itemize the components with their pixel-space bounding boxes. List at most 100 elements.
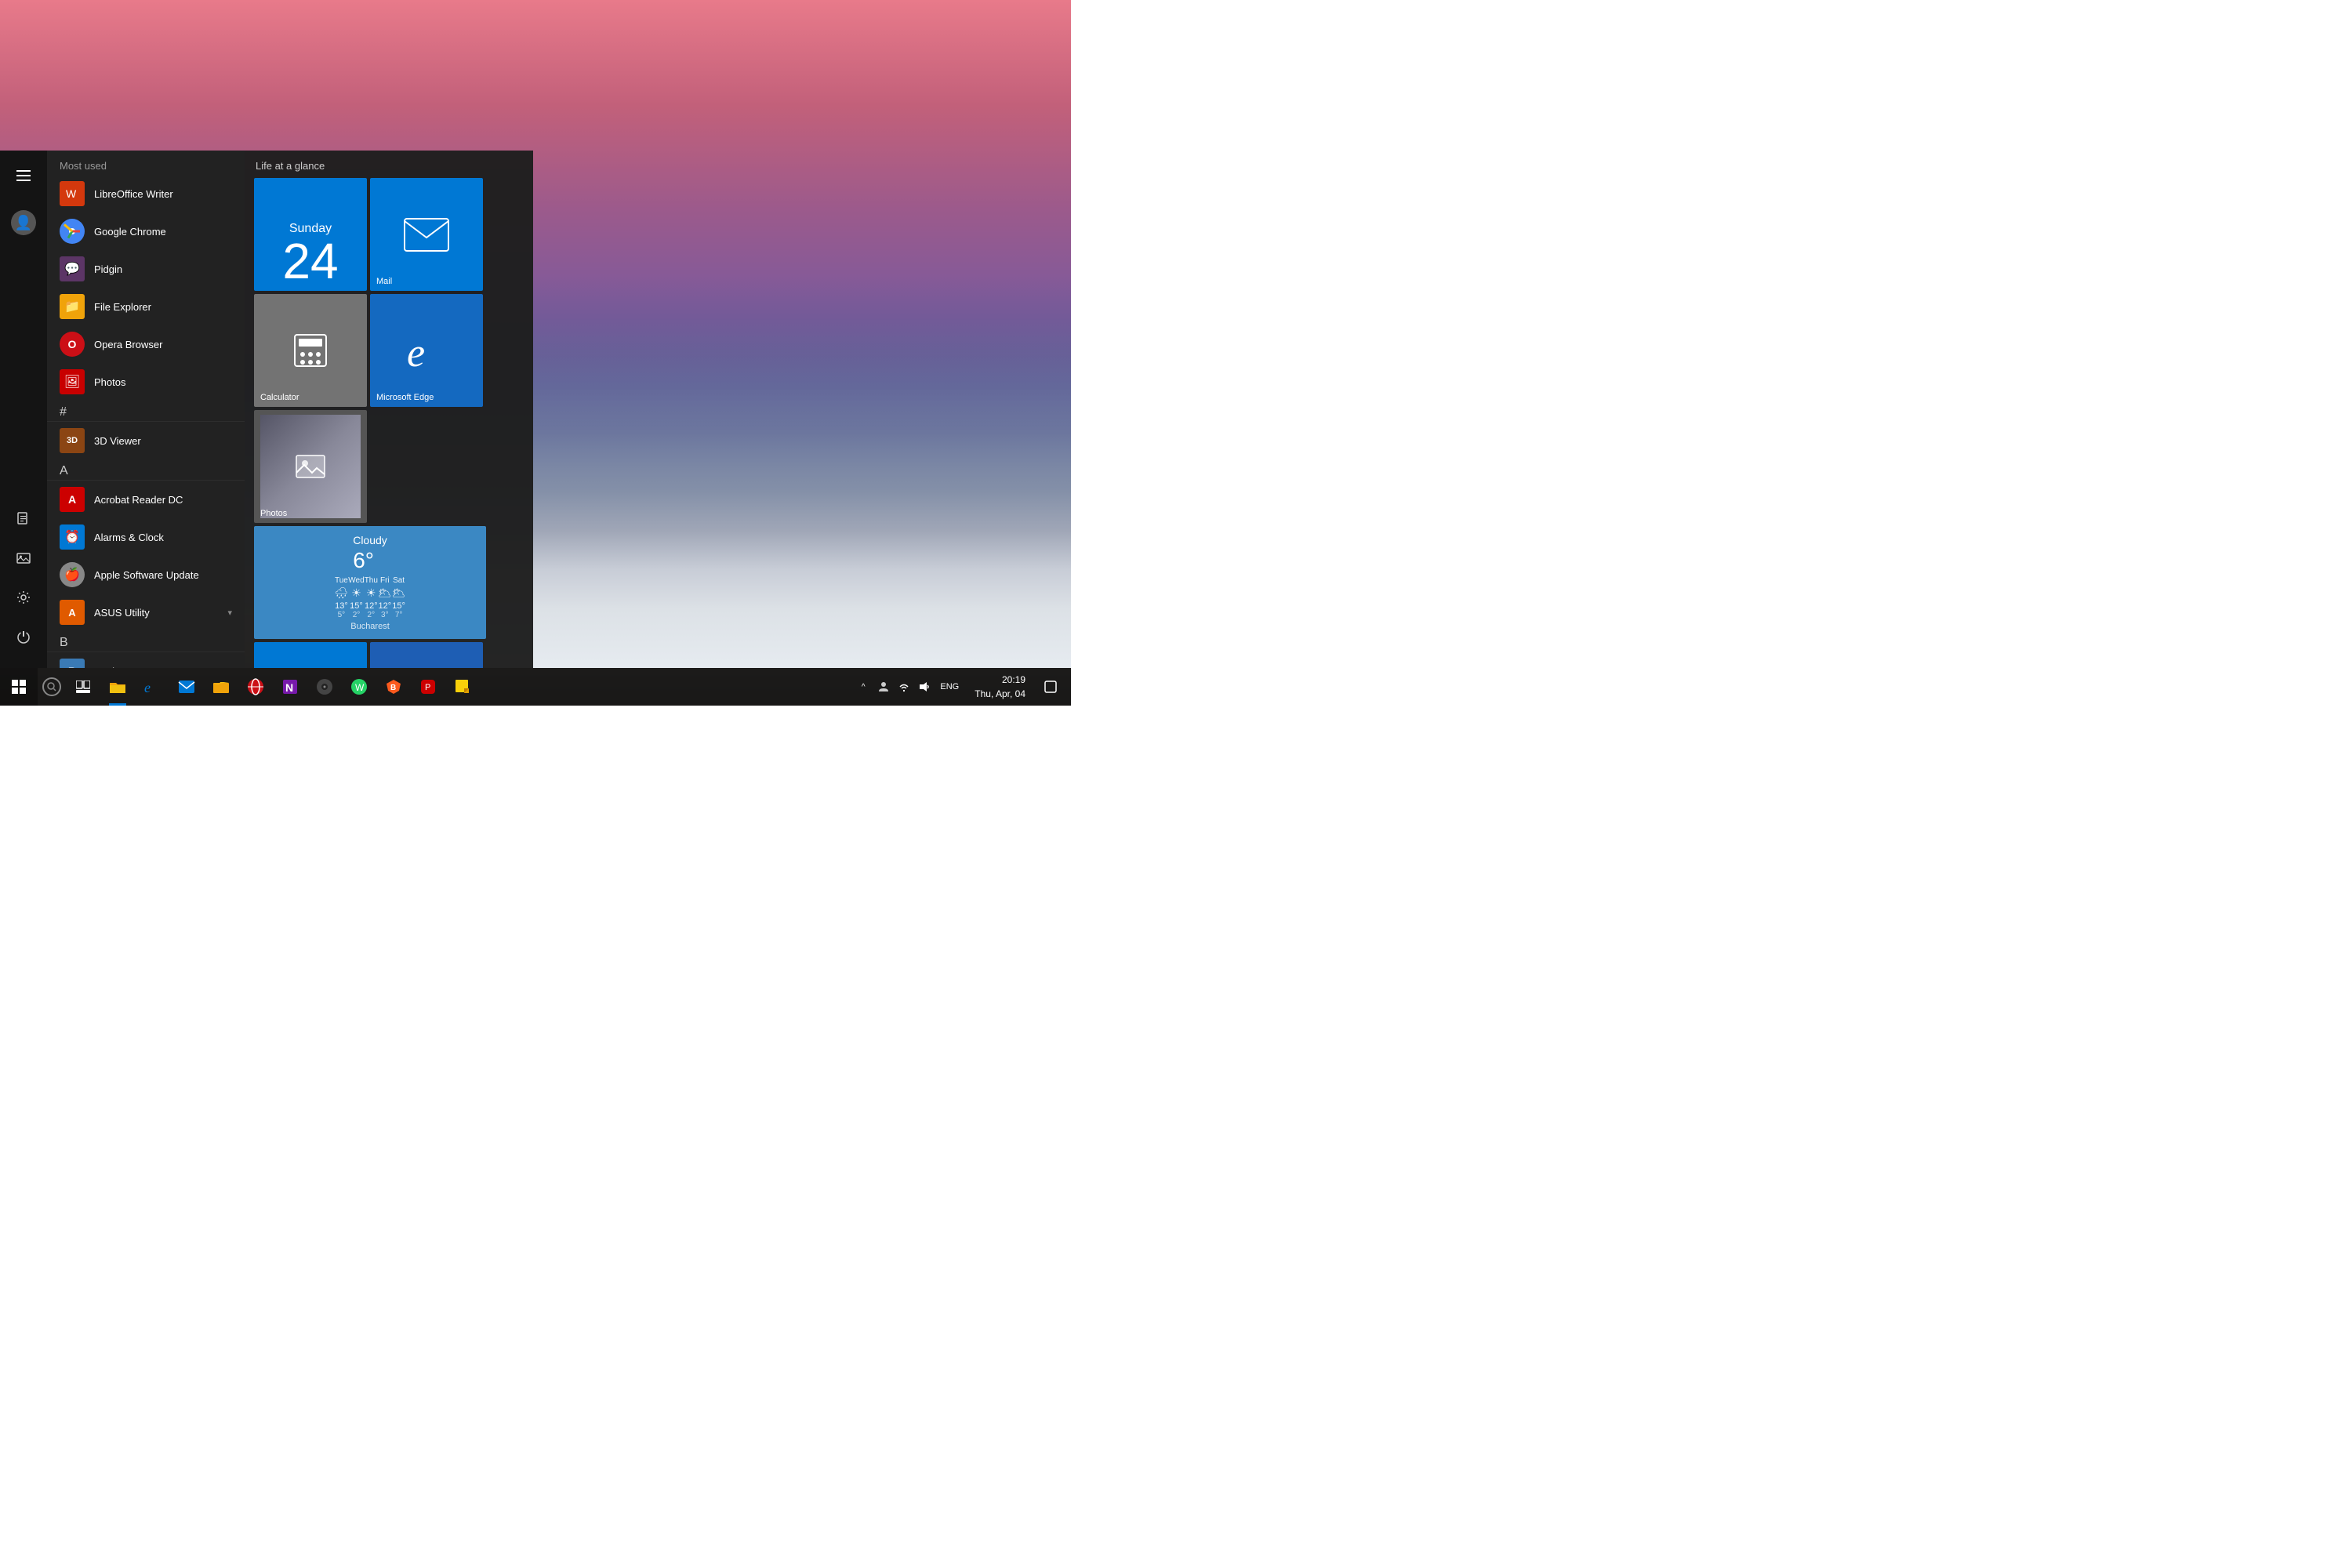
tile-photos[interactable]: Photos bbox=[254, 410, 367, 523]
calendar-day-num: 24 bbox=[282, 236, 338, 286]
taskbar-onenote[interactable]: N bbox=[273, 668, 307, 706]
taskbar-edge[interactable]: e bbox=[135, 668, 169, 706]
app-name: File Explorer bbox=[94, 301, 151, 313]
tile-edge[interactable]: e Microsoft Edge bbox=[370, 294, 483, 407]
clock-date: Thu, Apr, 04 bbox=[975, 687, 1025, 701]
forecast-high: 12° bbox=[365, 601, 378, 611]
power-icon[interactable] bbox=[5, 618, 42, 655]
start-nav-strip: 👤 bbox=[0, 151, 47, 668]
svg-text:N: N bbox=[285, 681, 293, 694]
app-asus-utility[interactable]: A ASUS Utility ▾ bbox=[47, 593, 245, 631]
forecast-icon: 🌥 bbox=[378, 586, 392, 600]
clock-time: 20:19 bbox=[975, 673, 1025, 687]
tile-weather[interactable]: Cloudy 6° Tue 🌧 13° 5° Wed ☀ 15° 2° bbox=[254, 526, 486, 639]
most-used-title: Most used bbox=[47, 151, 245, 175]
app-name: ASUS Utility bbox=[94, 607, 150, 619]
battlenet-icon: B bbox=[60, 659, 85, 668]
taskbar-music[interactable] bbox=[307, 668, 342, 706]
libreoffice-writer-icon: W bbox=[60, 181, 85, 206]
asus-icon: A bbox=[60, 600, 85, 625]
taskbar-mail[interactable] bbox=[169, 668, 204, 706]
task-view-button[interactable] bbox=[66, 668, 100, 706]
taskbar-brave[interactable]: B bbox=[376, 668, 411, 706]
app-name: Photos bbox=[94, 376, 125, 388]
tile-word[interactable]: W Microsoft Wo... bbox=[370, 642, 483, 668]
tile-label: Calculator bbox=[260, 393, 299, 402]
tray-network-icon[interactable] bbox=[895, 668, 913, 706]
alarms-icon: ⏰ bbox=[60, 524, 85, 550]
forecast-low: 3° bbox=[378, 611, 392, 619]
acrobat-icon: A bbox=[60, 487, 85, 512]
forecast-tue: Tue 🌧 13° 5° bbox=[335, 576, 349, 619]
app-3d-viewer[interactable]: 3D 3D Viewer bbox=[47, 422, 245, 459]
app-acrobat[interactable]: A Acrobat Reader DC bbox=[47, 481, 245, 518]
notification-center-button[interactable] bbox=[1036, 668, 1065, 706]
svg-text:W: W bbox=[66, 187, 77, 200]
pictures-icon[interactable] bbox=[5, 539, 42, 577]
app-photos[interactable]: 🖼 Photos bbox=[47, 363, 245, 401]
app-alarms-clock[interactable]: ⏰ Alarms & Clock bbox=[47, 518, 245, 556]
tile-label: Microsoft Edge bbox=[376, 393, 434, 402]
taskbar: e N bbox=[0, 668, 1071, 706]
app-name: Opera Browser bbox=[94, 339, 162, 350]
clock-display[interactable]: 20:19 Thu, Apr, 04 bbox=[965, 673, 1035, 701]
forecast-icon: ☀ bbox=[365, 586, 378, 600]
google-chrome-icon bbox=[60, 219, 85, 244]
tray-user-icon[interactable] bbox=[874, 668, 893, 706]
hamburger-menu-icon[interactable] bbox=[5, 157, 42, 194]
forecast-low: 2° bbox=[348, 611, 364, 619]
app-name: Apple Software Update bbox=[94, 569, 199, 581]
app-battle-net[interactable]: B Battle.net ▾ bbox=[47, 652, 245, 668]
app-name: LibreOffice Writer bbox=[94, 188, 173, 200]
tile-label: Photos bbox=[260, 509, 287, 518]
app-google-chrome[interactable]: Google Chrome bbox=[47, 212, 245, 250]
expand-arrow-icon: ▾ bbox=[227, 608, 232, 618]
forecast-day-label: Thu bbox=[365, 576, 378, 585]
app-name: Pidgin bbox=[94, 263, 122, 275]
taskbar-file-explorer[interactable] bbox=[100, 668, 135, 706]
forecast-icon: 🌧 bbox=[335, 586, 349, 600]
taskbar-file-manager[interactable] bbox=[204, 668, 238, 706]
tile-label: Mail bbox=[376, 277, 392, 286]
forecast-icon: ☀ bbox=[348, 586, 364, 600]
cortana-search[interactable] bbox=[38, 668, 66, 706]
tiles-section-life: Life at a glance bbox=[254, 160, 524, 172]
forecast-high: 15° bbox=[348, 601, 364, 611]
svg-text:W: W bbox=[355, 682, 365, 693]
forecast-low: 2° bbox=[365, 611, 378, 619]
settings-icon[interactable] bbox=[5, 579, 42, 616]
weather-city: Bucharest bbox=[350, 622, 390, 631]
tile-calendar[interactable]: Sunday 24 bbox=[254, 178, 367, 291]
tray-volume-icon[interactable] bbox=[915, 668, 934, 706]
taskbar-whatsapp[interactable]: W bbox=[342, 668, 376, 706]
taskbar-opera[interactable] bbox=[238, 668, 273, 706]
tile-mail[interactable]: Mail bbox=[370, 178, 483, 291]
app-pidgin[interactable]: 💬 Pidgin bbox=[47, 250, 245, 288]
tiles-panel: Life at a glance Sunday 24 Mail bbox=[245, 151, 533, 668]
forecast-icon: 🌥 bbox=[392, 586, 406, 600]
tiles-grid-life: Sunday 24 Mail bbox=[254, 178, 524, 668]
app-libreoffice-writer[interactable]: W LibreOffice Writer bbox=[47, 175, 245, 212]
taskbar-pocket[interactable]: P bbox=[411, 668, 445, 706]
tray-language[interactable]: ENG bbox=[935, 668, 964, 706]
tile-calculator[interactable]: Calculator bbox=[254, 294, 367, 407]
file-explorer-icon: 📁 bbox=[60, 294, 85, 319]
show-hidden-icons[interactable]: ^ bbox=[854, 668, 873, 706]
forecast-day-label: Fri bbox=[378, 576, 392, 585]
app-name: Google Chrome bbox=[94, 226, 166, 238]
documents-icon[interactable] bbox=[5, 500, 42, 538]
tile-skype[interactable]: S Skype bbox=[254, 642, 367, 668]
forecast-sat: Sat 🌥 15° 7° bbox=[392, 576, 406, 619]
start-button[interactable] bbox=[0, 668, 38, 706]
app-apple-software-update[interactable]: 🍎 Apple Software Update bbox=[47, 556, 245, 593]
app-file-explorer[interactable]: 📁 File Explorer bbox=[47, 288, 245, 325]
user-avatar[interactable]: 👤 bbox=[5, 204, 42, 241]
app-name: Alarms & Clock bbox=[94, 532, 164, 543]
forecast-day-label: Sat bbox=[392, 576, 406, 585]
section-hash: # bbox=[47, 401, 245, 422]
app-opera[interactable]: O Opera Browser bbox=[47, 325, 245, 363]
apple-update-icon: 🍎 bbox=[60, 562, 85, 587]
taskbar-sticky-notes[interactable] bbox=[445, 668, 480, 706]
opera-icon: O bbox=[60, 332, 85, 357]
forecast-high: 13° bbox=[335, 601, 349, 611]
